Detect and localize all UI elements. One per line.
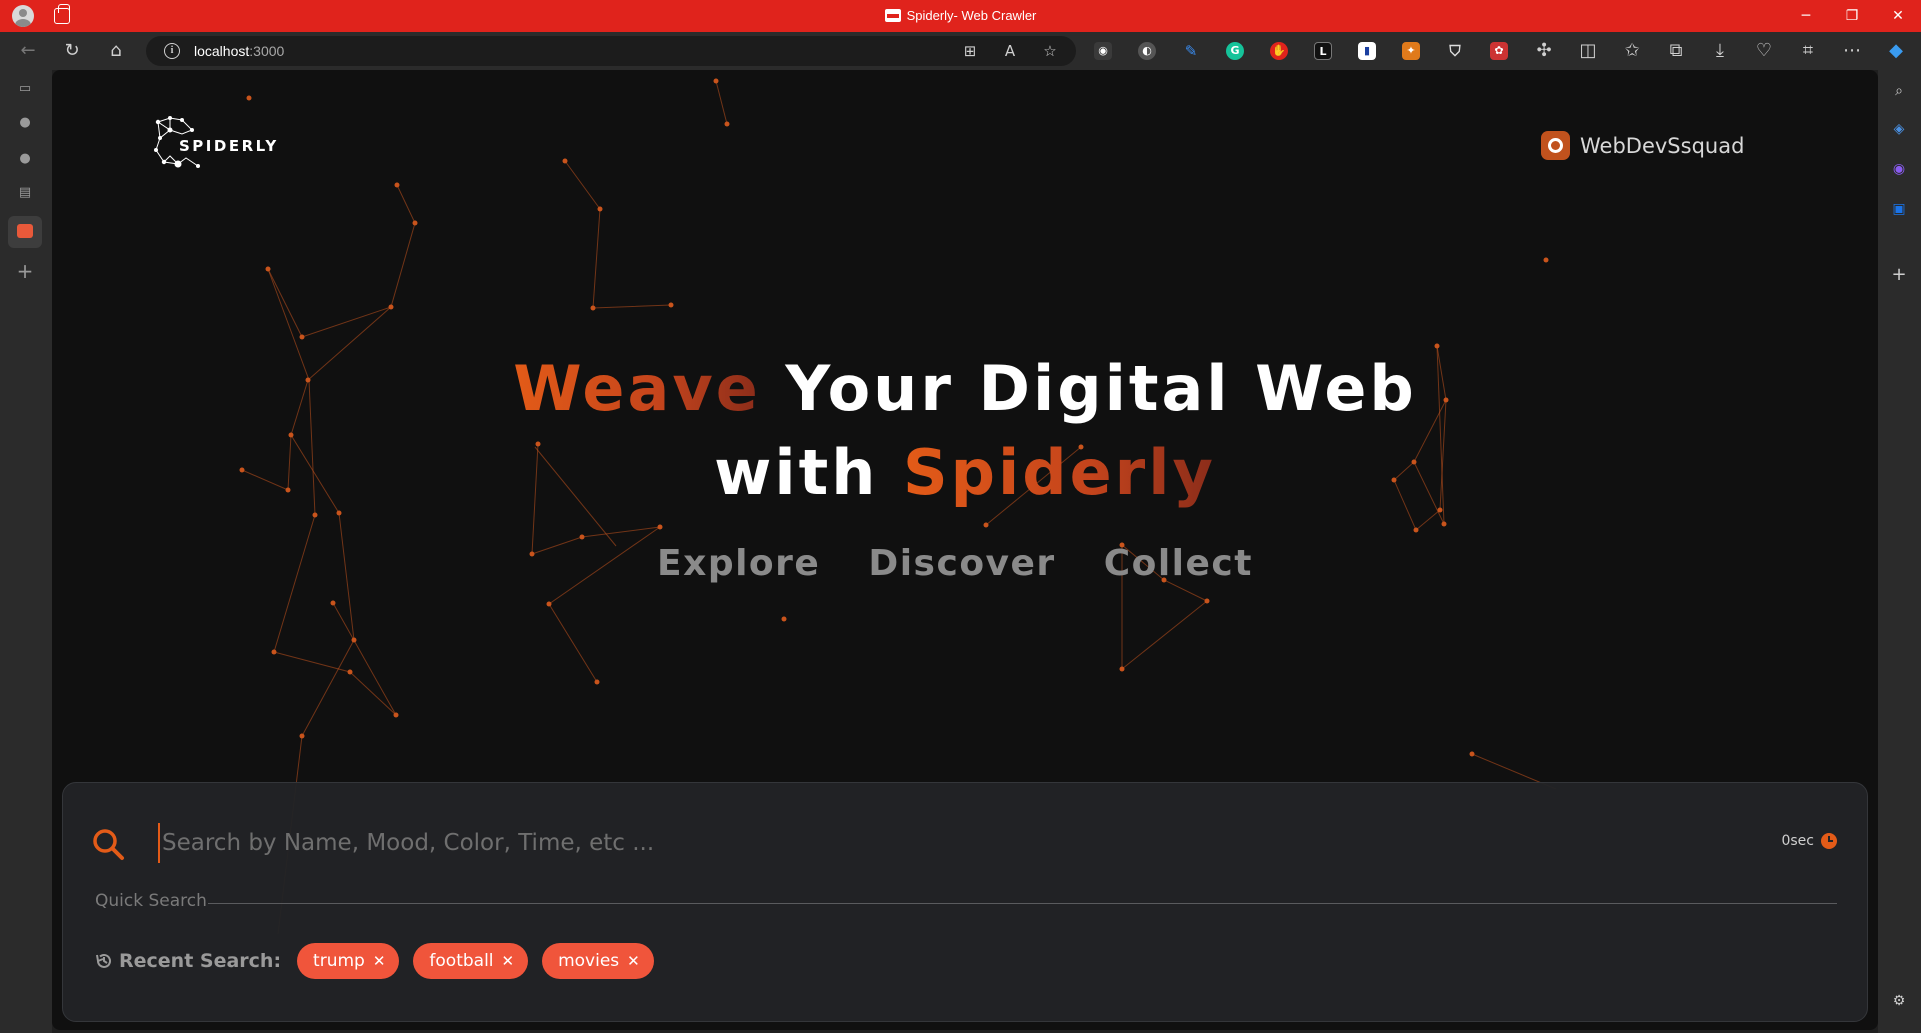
extension-circle-icon[interactable]: ◐ bbox=[1138, 42, 1156, 60]
vertical-tabs-sidebar: ▭ ● ● ▤ + bbox=[0, 70, 52, 1033]
app-available-icon[interactable]: ⊞ bbox=[960, 41, 980, 61]
collections-icon[interactable]: ⧉ bbox=[1664, 39, 1688, 63]
hero-heading-line1: Weave Your Digital Web bbox=[52, 352, 1878, 425]
sidebar-shopping-icon[interactable]: ◈ bbox=[1888, 118, 1910, 140]
browser-toolbar: ← ↻ ⌂ i localhost:3000 ⊞ A ☆ ◉ ◐ ✎ G ✋ L… bbox=[0, 32, 1921, 70]
close-icon[interactable]: ✕ bbox=[1875, 0, 1921, 32]
logo-text: SPIDERLY bbox=[179, 137, 279, 155]
recent-search-label: Recent Search: bbox=[119, 950, 282, 972]
remove-chip-icon[interactable]: ✕ bbox=[627, 952, 640, 970]
recent-search-chip[interactable]: football ✕ bbox=[413, 943, 529, 979]
extension-stop-icon[interactable]: ✋ bbox=[1270, 42, 1288, 60]
tab-github-icon[interactable]: ● bbox=[14, 148, 36, 170]
more-options-icon[interactable]: ⋯ bbox=[1840, 39, 1864, 63]
restore-icon[interactable]: ❐ bbox=[1829, 0, 1875, 32]
sidebar-settings-icon[interactable]: ⚙ bbox=[1888, 990, 1910, 1012]
split-screen-icon[interactable]: ◫ bbox=[1576, 39, 1600, 63]
refresh-icon[interactable]: ↻ bbox=[60, 39, 84, 63]
github-icon bbox=[1541, 131, 1570, 160]
page-favicon-icon bbox=[884, 9, 901, 22]
hero-accent-spiderly: Spiderly bbox=[902, 436, 1216, 509]
extension-l-icon[interactable]: L bbox=[1314, 42, 1332, 60]
tab-github-icon[interactable]: ● bbox=[14, 112, 36, 134]
copilot-icon[interactable]: ◆ bbox=[1884, 39, 1908, 63]
recent-search-chip[interactable]: trump ✕ bbox=[297, 943, 400, 979]
quick-search-label: Quick Search bbox=[95, 891, 207, 911]
tab-spiderly-active[interactable] bbox=[8, 216, 42, 248]
browser-title-bar: Spiderly- Web Crawler ─ ❐ ✕ bbox=[0, 0, 1921, 32]
page-viewport: SPIDERLY WebDevSsquad Weave Your Digital… bbox=[52, 70, 1878, 1030]
favorites-icon[interactable]: ✩ bbox=[1620, 39, 1644, 63]
chip-label: trump bbox=[313, 951, 365, 971]
recent-searches: Recent Search: trump ✕ football ✕ movies… bbox=[95, 943, 654, 979]
hero-line2-prefix: with bbox=[714, 436, 879, 509]
timer-text: 0sec bbox=[1781, 833, 1814, 849]
extensions-puzzle-icon[interactable]: ✣ bbox=[1532, 39, 1556, 63]
quick-search-divider bbox=[208, 903, 1837, 904]
clock-icon bbox=[1821, 833, 1837, 849]
window-title: Spiderly- Web Crawler bbox=[0, 8, 1921, 23]
back-icon[interactable]: ← bbox=[16, 39, 40, 63]
url-text[interactable]: localhost:3000 bbox=[194, 43, 284, 59]
tab-panel-icon[interactable]: ▭ bbox=[14, 78, 36, 100]
remove-chip-icon[interactable]: ✕ bbox=[502, 952, 515, 970]
hero-line1-text: Your Digital Web bbox=[785, 352, 1417, 425]
sidebar-add-icon[interactable]: + bbox=[1888, 264, 1910, 286]
address-bar[interactable]: i localhost:3000 ⊞ A ☆ bbox=[146, 36, 1076, 66]
sidebar-outlook-icon[interactable]: ▣ bbox=[1888, 198, 1910, 220]
hero-heading-line2: with Spiderly bbox=[52, 436, 1878, 509]
extension-red-icon[interactable]: ✿ bbox=[1490, 42, 1508, 60]
window-title-text: Spiderly- Web Crawler bbox=[906, 8, 1037, 23]
grammarly-icon[interactable]: G bbox=[1226, 42, 1244, 60]
screenshot-icon[interactable]: ⌗ bbox=[1796, 39, 1820, 63]
recent-search-heading: Recent Search: bbox=[95, 950, 281, 972]
search-timer: 0sec bbox=[1781, 833, 1837, 849]
new-tab-plus-icon[interactable]: + bbox=[14, 260, 36, 282]
site-info-icon[interactable]: i bbox=[164, 43, 180, 59]
performance-icon[interactable]: ♡ bbox=[1752, 39, 1776, 63]
favorite-star-icon[interactable]: ☆ bbox=[1040, 41, 1060, 61]
tagline-explore: Explore bbox=[657, 543, 821, 584]
history-icon bbox=[96, 953, 111, 968]
hero-tagline: Explore Discover Collect bbox=[52, 543, 1878, 584]
hero-accent-weave: Weave bbox=[513, 352, 761, 425]
chip-label: football bbox=[429, 951, 494, 971]
extension-flag-icon[interactable]: ▮ bbox=[1358, 42, 1376, 60]
tagline-collect: Collect bbox=[1103, 543, 1253, 584]
remove-chip-icon[interactable]: ✕ bbox=[373, 952, 386, 970]
extension-incognito-icon[interactable]: ◉ bbox=[1094, 42, 1112, 60]
github-link-text: WebDevSsquad bbox=[1580, 133, 1745, 158]
home-icon[interactable]: ⌂ bbox=[104, 39, 128, 63]
sidebar-copilot-icon[interactable]: ◉ bbox=[1888, 158, 1910, 180]
tagline-discover: Discover bbox=[868, 543, 1056, 584]
downloads-icon[interactable]: ⤓ bbox=[1708, 39, 1732, 63]
search-icon[interactable] bbox=[91, 827, 125, 861]
extension-color-icon[interactable]: ✦ bbox=[1402, 42, 1420, 60]
extension-pen-icon[interactable]: ✎ bbox=[1182, 42, 1200, 60]
sidebar-search-icon[interactable]: ⌕ bbox=[1888, 80, 1910, 102]
url-host: localhost bbox=[194, 43, 250, 59]
github-link[interactable]: WebDevSsquad bbox=[1541, 131, 1744, 160]
chip-label: movies bbox=[558, 951, 620, 971]
tab-page-icon[interactable]: ▤ bbox=[14, 182, 36, 204]
minimize-icon[interactable]: ─ bbox=[1783, 0, 1829, 32]
search-input[interactable] bbox=[158, 823, 1358, 863]
recent-search-chip[interactable]: movies ✕ bbox=[542, 943, 654, 979]
edge-sidebar: ⌕ ◈ ◉ ▣ + ⚙ bbox=[1878, 70, 1921, 1033]
read-aloud-icon[interactable]: A bbox=[1000, 41, 1020, 61]
extension-shield-icon[interactable]: ⛉ bbox=[1446, 42, 1464, 60]
search-panel: 0sec Quick Search Recent Search: trump ✕… bbox=[62, 782, 1868, 1022]
url-port: :3000 bbox=[249, 43, 285, 59]
